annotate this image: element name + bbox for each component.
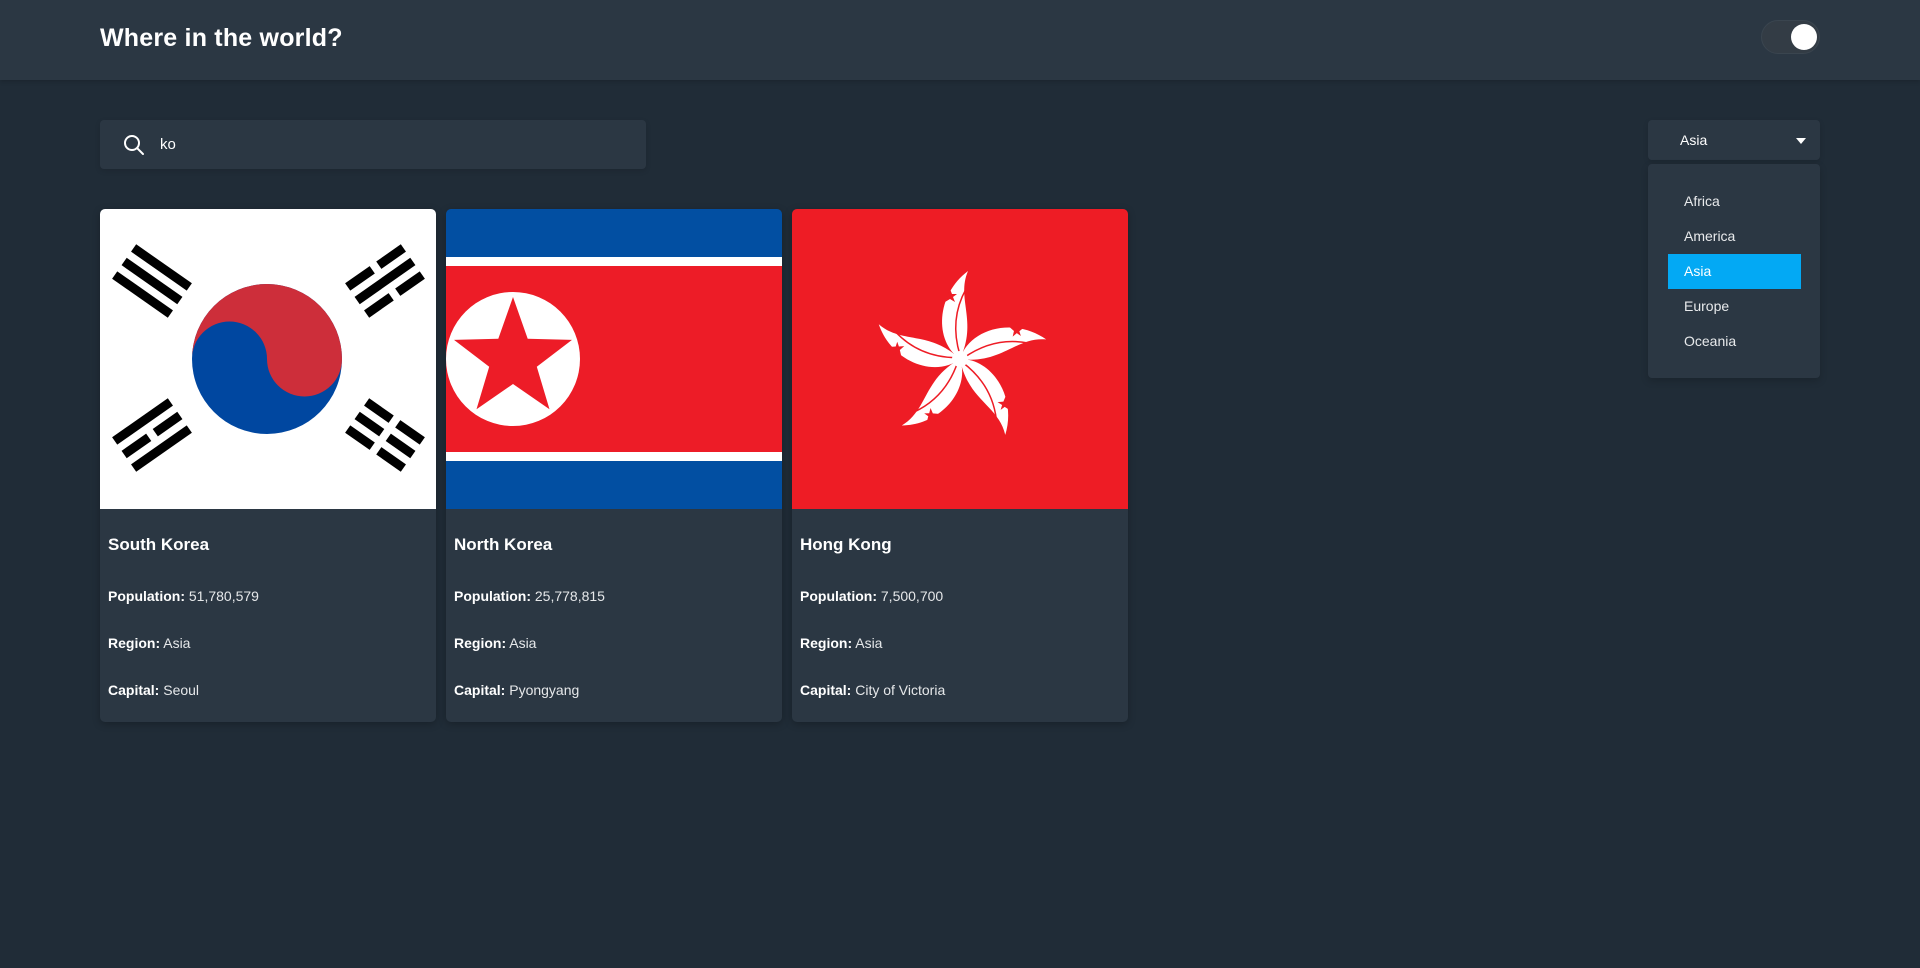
capital-value: Pyongyang	[509, 682, 580, 698]
capital-stat: Capital: City of Victoria	[800, 682, 945, 698]
region-option-oceania[interactable]: Oceania	[1668, 324, 1801, 359]
dark-mode-toggle[interactable]	[1761, 20, 1820, 54]
region-value: Asia	[509, 635, 537, 651]
region-value: Asia	[163, 635, 191, 651]
population-label: Population:	[454, 588, 531, 604]
population-value: 25,778,815	[534, 588, 605, 604]
region-dropdown-menu: Africa America Asia Europe Oceania	[1648, 164, 1820, 378]
country-card-north-korea[interactable]: North Korea Population: 25,778,815 Regio…	[446, 209, 782, 722]
capital-value: Seoul	[163, 682, 200, 698]
region-option-europe[interactable]: Europe	[1668, 289, 1801, 324]
region-label: Region:	[108, 635, 161, 651]
capital-stat: Capital: Pyongyang	[454, 682, 579, 698]
toggle-knob	[1791, 24, 1817, 50]
app-title: Where in the world?	[100, 24, 343, 52]
capital-label: Capital:	[800, 682, 852, 698]
population-stat: Population: 51,780,579	[108, 588, 259, 604]
capital-value: City of Victoria	[855, 682, 946, 698]
population-label: Population:	[800, 588, 877, 604]
population-label: Population:	[108, 588, 185, 604]
north-korea-flag	[446, 209, 782, 509]
country-card-hong-kong[interactable]: Hong Kong Population: 7,500,700 Region: …	[792, 209, 1128, 722]
region-filter-select[interactable]: Asia	[1648, 120, 1820, 160]
region-stat: Region: Asia	[108, 635, 190, 651]
region-option-africa[interactable]: Africa	[1668, 184, 1801, 219]
south-korea-flag	[100, 209, 436, 509]
population-value: 7,500,700	[880, 588, 944, 604]
region-option-america[interactable]: America	[1668, 219, 1801, 254]
region-filter-value: Asia	[1680, 132, 1708, 148]
capital-stat: Capital: Seoul	[108, 682, 199, 698]
country-card-south-korea[interactable]: South Korea Population: 51,780,579 Regio…	[100, 209, 436, 722]
region-stat: Region: Asia	[454, 635, 536, 651]
region-label: Region:	[800, 635, 853, 651]
region-label: Region:	[454, 635, 507, 651]
population-value: 51,780,579	[188, 588, 259, 604]
capital-label: Capital:	[108, 682, 160, 698]
search-input[interactable]	[160, 120, 630, 169]
population-stat: Population: 7,500,700	[800, 588, 943, 604]
chevron-down-icon	[1796, 138, 1806, 144]
country-name: South Korea	[108, 535, 210, 554]
search-bar	[100, 120, 646, 169]
population-stat: Population: 25,778,815	[454, 588, 605, 604]
capital-label: Capital:	[454, 682, 506, 698]
region-stat: Region: Asia	[800, 635, 882, 651]
country-name: Hong Kong	[800, 535, 892, 554]
top-header: Where in the world?	[0, 0, 1920, 80]
hong-kong-flag	[792, 209, 1128, 509]
region-value: Asia	[855, 635, 883, 651]
region-option-asia[interactable]: Asia	[1668, 254, 1801, 289]
country-name: North Korea	[454, 535, 553, 554]
search-icon	[124, 135, 144, 155]
